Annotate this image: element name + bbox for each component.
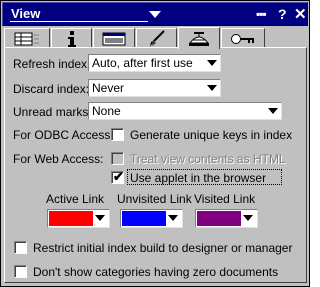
close-icon[interactable]: ✕ [294,5,307,23]
chevron-down-icon [95,215,105,221]
generate-unique-keys-checkbox[interactable] [111,128,124,141]
chevron-down-icon [243,215,253,221]
title-bar[interactable]: View ▪▪▪ ? ✕ [2,2,308,26]
hide-empty-categories-checkbox[interactable] [14,265,27,278]
restrict-index-build-label[interactable]: Restrict initial index build to designer… [33,241,292,255]
discard-index-value: Never [92,81,125,95]
active-link-label: Active Link [46,192,105,206]
beanie-icon [188,31,210,46]
active-link-swatch [49,211,93,226]
grip-icon[interactable]: ▪▪▪ [256,7,267,21]
treat-as-html-checkbox[interactable] [111,152,124,165]
refresh-index-label: Refresh index: [13,57,91,71]
visited-link-color-picker[interactable] [195,209,258,228]
tab-strip [4,27,308,49]
tab-security[interactable] [221,28,265,48]
tab-style[interactable] [136,28,177,48]
active-link-color-picker[interactable] [47,209,110,228]
unread-marks-label: Unread marks: [13,105,92,119]
help-icon[interactable]: ? [278,6,287,22]
unread-marks-value: None [92,104,121,118]
restrict-index-build-checkbox[interactable] [14,241,27,254]
odbc-access-label: For ODBC Access: [13,128,114,142]
view-properties-dialog: View ▪▪▪ ? ✕ Refresh index: Auto, after … [0,0,310,287]
unvisited-link-swatch [122,211,166,226]
brush-icon [149,29,165,47]
info-icon [67,30,76,47]
web-access-label: For Web Access: [13,152,104,166]
generate-unique-keys-label[interactable]: Generate unique keys in index [130,128,292,142]
chevron-down-icon [207,85,217,91]
dialog-title: View [11,6,41,21]
refresh-index-select[interactable]: Auto, after first use [88,54,221,72]
use-applet-checkbox[interactable]: ✔ [111,169,124,184]
title-dropdown-icon[interactable] [149,11,161,18]
hide-empty-categories-label[interactable]: Don't show categories having zero docume… [33,265,278,279]
tab-basics[interactable] [4,28,50,48]
visited-link-label: Visited Link [194,192,256,206]
window-icon [102,32,126,45]
chevron-down-icon [207,60,217,66]
discard-index-select[interactable]: Never [88,79,221,97]
unvisited-link-color-picker[interactable] [120,209,183,228]
chevron-down-icon [268,108,278,114]
visited-link-swatch [197,211,241,226]
discard-index-label: Discard index: [13,82,90,96]
chevron-down-icon [168,215,178,221]
tab-advanced[interactable] [178,27,220,49]
unread-marks-select[interactable]: None [88,102,282,120]
checkmark-icon: ✔ [113,169,124,184]
unvisited-link-label: Unvisited Link [117,192,192,206]
title-underline [10,21,148,22]
key-icon [231,33,254,44]
treat-as-html-label[interactable]: Treat view contents as HTML [130,152,286,166]
tab-info[interactable] [51,28,92,48]
table-icon [14,32,39,45]
tab-window[interactable] [93,28,135,48]
use-applet-label[interactable]: Use applet in the browser [130,171,266,185]
refresh-index-value: Auto, after first use [92,56,193,70]
